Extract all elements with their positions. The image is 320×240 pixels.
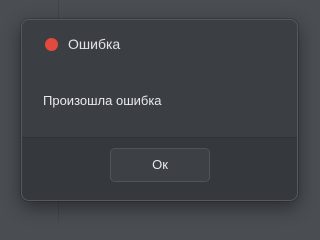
error-dot-icon [45,38,58,51]
dialog-title-bar: Ошибка [22,20,297,66]
dialog-footer: Ок [22,137,297,200]
error-dialog: Ошибка Произошла ошибка Ок [21,19,298,201]
ok-button[interactable]: Ок [110,148,210,182]
dialog-title: Ошибка [68,36,121,52]
error-message: Произошла ошибка [43,93,162,108]
